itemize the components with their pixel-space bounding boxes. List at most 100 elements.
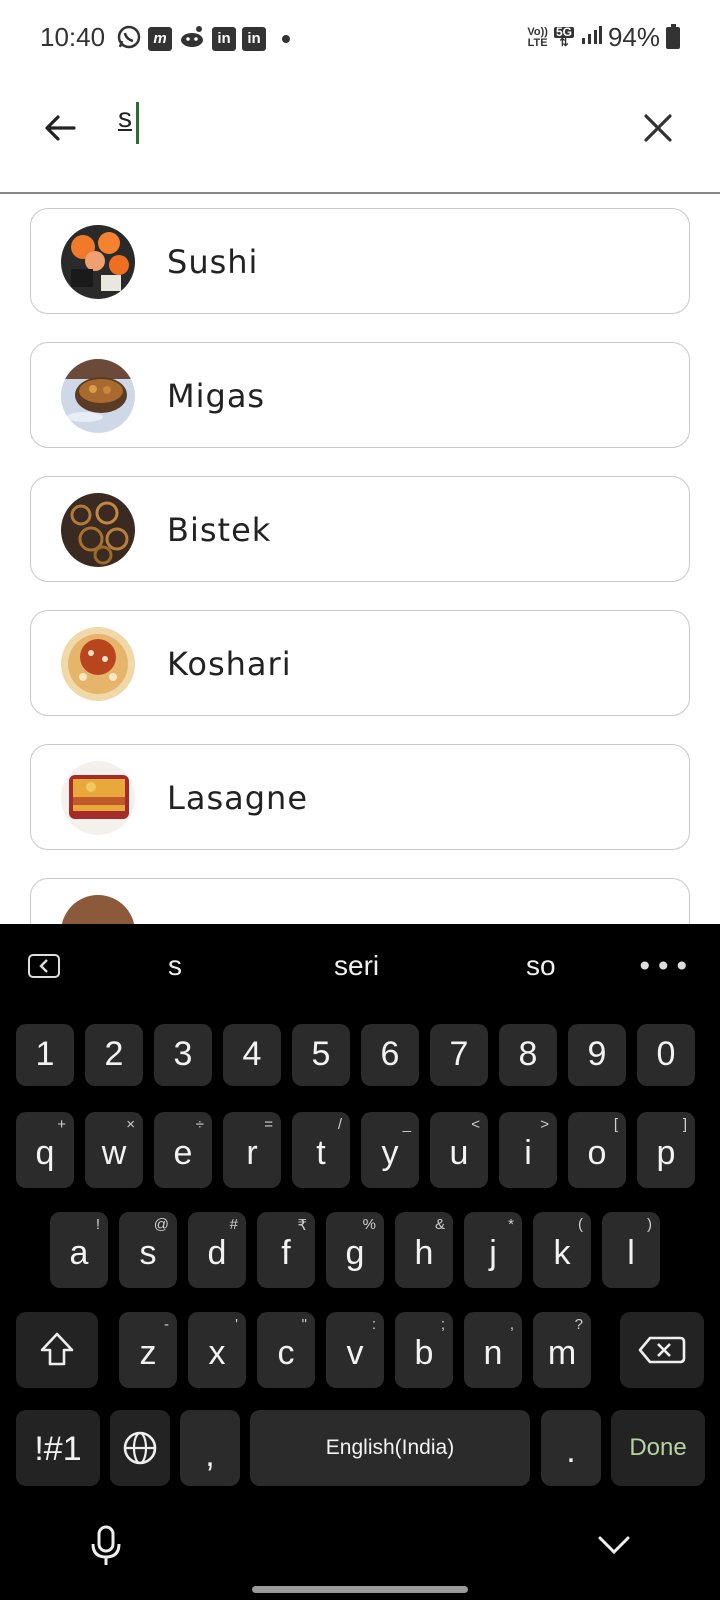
key-hint: * (508, 1216, 514, 1233)
lasagne-image (61, 761, 135, 835)
key-hint: ; (440, 1316, 445, 1333)
search-input[interactable]: s (118, 102, 132, 134)
key-u[interactable]: u < (430, 1112, 488, 1188)
key-hint: × (126, 1116, 135, 1133)
key-hint: + (57, 1116, 66, 1133)
key-n[interactable]: n, (464, 1312, 522, 1388)
more-options-icon[interactable]: ••• (636, 950, 692, 983)
key-a[interactable]: a! (50, 1212, 108, 1288)
key-o[interactable]: o[ (568, 1112, 626, 1188)
result-label: Bistek (167, 511, 272, 549)
chevron-left-icon (39, 959, 48, 973)
key-g[interactable]: g% (326, 1212, 384, 1288)
key-label: a (69, 1234, 89, 1272)
key-s[interactable]: s @ (119, 1212, 177, 1288)
chevron-down-icon[interactable] (594, 1528, 634, 1564)
key-k[interactable]: k( (533, 1212, 591, 1288)
home-gesture-handle[interactable] (252, 1586, 468, 1593)
whatsapp-icon (116, 24, 142, 54)
key-r[interactable]: r = (223, 1112, 281, 1188)
suggestion-1[interactable]: s (168, 950, 182, 982)
suggestion-2[interactable]: seri (334, 950, 379, 982)
microphone-icon[interactable] (86, 1524, 126, 1568)
key-e[interactable]: e ÷ (154, 1112, 212, 1188)
key-7[interactable]: 7 (430, 1024, 488, 1086)
key-1[interactable]: 1 (16, 1024, 74, 1086)
key-hint: > (540, 1116, 549, 1133)
linkedin-icon: in (242, 27, 266, 51)
key-c[interactable]: c " (257, 1312, 315, 1388)
key-hint: / (337, 1116, 342, 1133)
result-item-lasagne[interactable]: Lasagne (30, 744, 690, 850)
key-6[interactable]: 6 (361, 1024, 419, 1086)
battery-icon (666, 23, 680, 49)
koshari-image (61, 627, 135, 701)
key-h[interactable]: h & (395, 1212, 453, 1288)
key-w[interactable]: w × (85, 1112, 143, 1188)
key-l[interactable]: l) (602, 1212, 660, 1288)
key-label: 2 (104, 1035, 124, 1073)
key-label: 7 (449, 1035, 469, 1073)
result-item-sushi[interactable]: Sushi (30, 208, 690, 314)
key-hint: , (509, 1316, 514, 1333)
key-label: d (207, 1234, 227, 1272)
key-label: v (346, 1334, 364, 1372)
migas-image (61, 359, 135, 433)
arrow-left-icon (45, 115, 76, 141)
key-3[interactable]: 3 (154, 1024, 212, 1086)
key-v[interactable]: v: (326, 1312, 384, 1388)
key-i[interactable]: i > (499, 1112, 557, 1188)
key-label: 3 (173, 1035, 193, 1073)
key-0[interactable]: 0 (637, 1024, 695, 1086)
clear-search-button[interactable] (638, 108, 678, 148)
symbols-key[interactable]: !#1 (16, 1410, 100, 1486)
key-p[interactable]: p] (637, 1112, 695, 1188)
key-j[interactable]: j * (464, 1212, 522, 1288)
back-button[interactable] (40, 108, 80, 148)
key-q[interactable]: q + (16, 1112, 74, 1188)
key-z[interactable]: z- (119, 1312, 177, 1388)
key-t[interactable]: t / (292, 1112, 350, 1188)
suggestion-3[interactable]: so (526, 950, 556, 982)
key-label: n (483, 1334, 503, 1372)
sushi-image (61, 225, 135, 299)
key-8[interactable]: 8 (499, 1024, 557, 1086)
linkedin-icon: in (212, 27, 236, 51)
space-key[interactable]: English(India) (250, 1410, 530, 1486)
keyboard-menu-button[interactable] (28, 954, 60, 978)
key-label: c (277, 1334, 295, 1372)
period-key[interactable]: . (541, 1410, 601, 1486)
key-label: English(India) (325, 1436, 455, 1459)
myntra-icon: m (148, 27, 172, 51)
key-hint: [ (613, 1116, 618, 1133)
key-5[interactable]: 5 (292, 1024, 350, 1086)
key-d[interactable]: d # (188, 1212, 246, 1288)
key-hint: < (471, 1116, 480, 1133)
key-hint: - (164, 1316, 169, 1333)
key-f[interactable]: f ₹ (257, 1212, 315, 1288)
shift-icon (40, 1332, 74, 1366)
result-item-migas[interactable]: Migas (30, 342, 690, 448)
key-b[interactable]: b; (395, 1312, 453, 1388)
language-key[interactable] (110, 1410, 170, 1486)
shift-key[interactable] (16, 1312, 98, 1388)
key-4[interactable]: 4 (223, 1024, 281, 1086)
key-hint: : (371, 1316, 376, 1333)
key-hint: # (229, 1216, 238, 1233)
key-hint: _ (402, 1116, 411, 1133)
result-item-bistek[interactable]: Bistek (30, 476, 690, 582)
key-m[interactable]: m? (533, 1312, 591, 1388)
key-label: i (524, 1134, 532, 1172)
key-y[interactable]: y _ (361, 1112, 419, 1188)
comma-key[interactable]: , (180, 1410, 240, 1486)
done-key[interactable]: Done (611, 1410, 705, 1486)
key-x[interactable]: x ' (188, 1312, 246, 1388)
result-item-partial[interactable] (30, 878, 690, 924)
result-item-koshari[interactable]: Koshari (30, 610, 690, 716)
backspace-key[interactable] (620, 1312, 704, 1388)
search-header: s (0, 76, 720, 194)
key-2[interactable]: 2 (85, 1024, 143, 1086)
key-9[interactable]: 9 (568, 1024, 626, 1086)
key-hint: ' (235, 1316, 238, 1333)
key-label: s (139, 1234, 157, 1272)
